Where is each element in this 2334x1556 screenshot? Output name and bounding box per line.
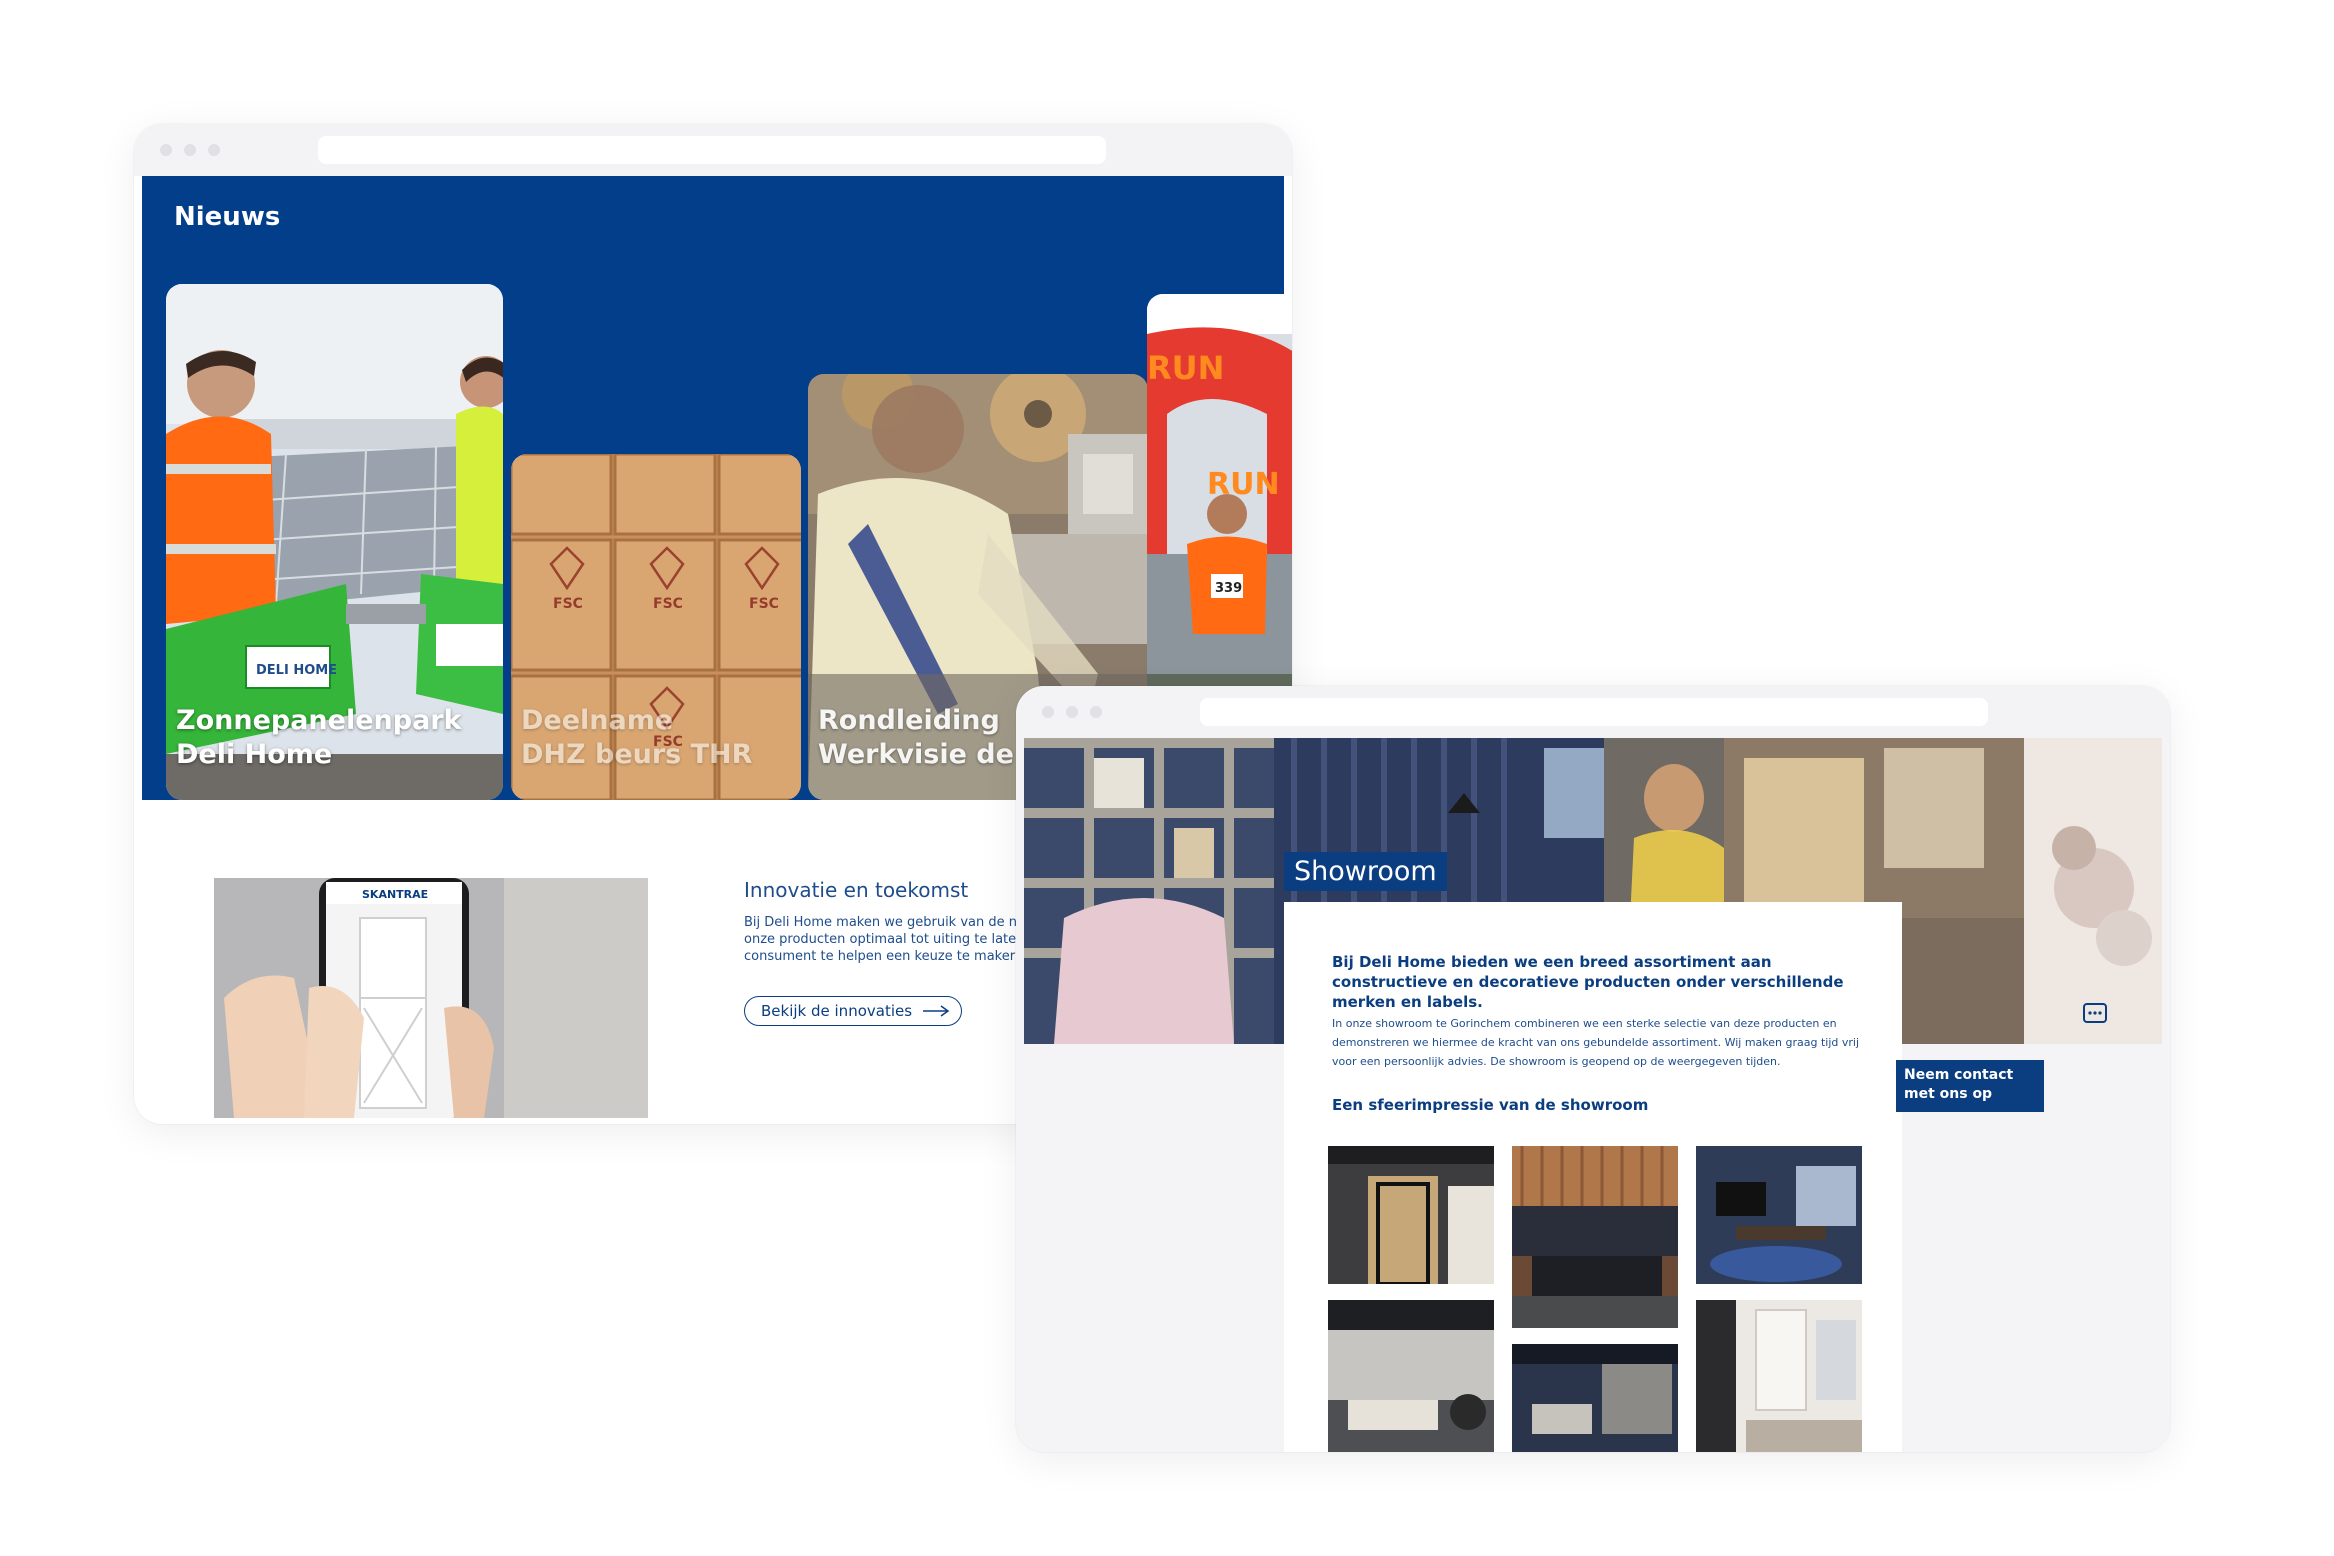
gallery-photo — [1696, 1146, 1862, 1284]
window-dot-maximize[interactable] — [1090, 706, 1102, 718]
window-dot-minimize[interactable] — [1066, 706, 1078, 718]
showroom-lead: Bij Deli Home bieden we een breed assort… — [1332, 953, 1844, 1011]
arrow-right-icon — [923, 1005, 950, 1017]
svg-text:FSC: FSC — [553, 596, 583, 612]
gallery-photo — [1328, 1146, 1494, 1284]
bib-number: 339 — [1215, 581, 1242, 596]
deli-home-sign-text: DELI HOME — [256, 663, 337, 678]
news-card-zonnepanelenpark[interactable]: DELI HOME Zonnepanelenpark Deli Home — [166, 284, 503, 800]
address-bar[interactable] — [1200, 698, 1988, 726]
gallery-photo — [1328, 1300, 1494, 1452]
view-innovations-button[interactable]: Bekijk de innovaties — [744, 996, 962, 1026]
innovation-text: Bij Deli Home maken we gebruik van de ni… — [744, 915, 1021, 964]
window-dot-close[interactable] — [160, 144, 172, 156]
contact-button[interactable]: Neem contact met ons op — [1896, 1060, 2044, 1112]
gallery-photo — [1696, 1300, 1862, 1452]
showroom-content-panel: Bij Deli Home bieden we een breed assort… — [1284, 902, 1902, 1452]
news-card-title: Zonnepanelenpark Deli Home — [176, 705, 462, 770]
gallery-thumb[interactable] — [1328, 1146, 1494, 1284]
svg-text:FSC: FSC — [653, 596, 683, 612]
showroom-body: In onze showroom te Gorinchem combineren… — [1332, 1017, 1860, 1068]
innovation-image: SKANTRAE — [214, 878, 648, 1118]
gallery-thumb[interactable] — [1512, 1146, 1678, 1328]
view-innovations-label: Bekijk de innovaties — [761, 1002, 913, 1020]
browser-chrome — [134, 124, 1292, 176]
window-dot-close[interactable] — [1042, 706, 1054, 718]
gallery-thumb[interactable] — [1328, 1300, 1494, 1452]
gallery-thumb[interactable] — [1696, 1146, 1862, 1284]
gallery-thumb[interactable] — [1696, 1300, 1862, 1452]
news-card-dhz-beurs[interactable]: FSC FSC FSC FSC Deelname DHZ beurs THR — [511, 454, 801, 800]
gallery-title: Een sfeerimpressie van de showroom — [1332, 1096, 1649, 1114]
run-banner-text: RUN — [1147, 349, 1224, 387]
window-dot-maximize[interactable] — [208, 144, 220, 156]
news-card-title: Deelname DHZ beurs THR — [521, 705, 753, 770]
browser-chrome — [1016, 686, 2170, 738]
showroom-title: Showroom — [1284, 852, 1447, 891]
showroom-browser-window: Showroom Bij Deli Home bieden we een bre… — [1016, 686, 2170, 1452]
gallery-thumb[interactable] — [1512, 1344, 1678, 1452]
window-dot-minimize[interactable] — [184, 144, 196, 156]
phone-in-hand-illustration: SKANTRAE — [214, 878, 648, 1118]
innovation-title: Innovatie en toekomst — [744, 878, 969, 902]
svg-text:FSC: FSC — [749, 596, 779, 612]
gallery-photo — [1512, 1344, 1678, 1452]
address-bar[interactable] — [318, 136, 1106, 164]
gallery-photo — [1512, 1146, 1678, 1328]
phone-brand-text: SKANTRAE — [362, 888, 428, 901]
news-title: Nieuws — [174, 202, 281, 232]
